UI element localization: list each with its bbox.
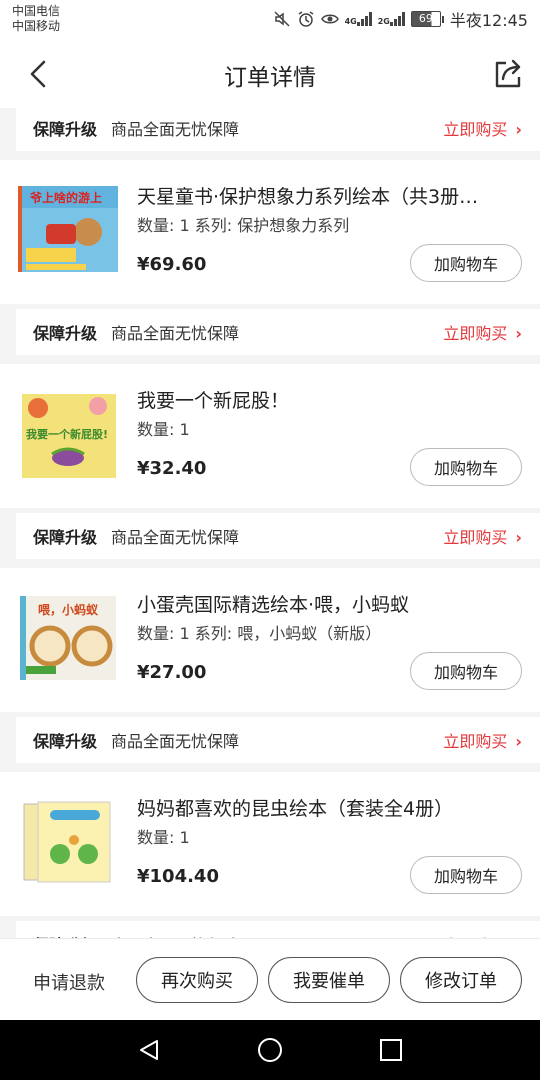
product-name: 天星童书·保护想象力系列绘本（共3册… [137,186,479,208]
book-cover-image: 我要一个新屁股! [22,388,116,478]
status-bar: 中国电信 中国移动 4G 2G 69 半夜12:45 [0,0,540,40]
signal-icon [389,12,405,26]
carrier-2: 中国移动 [12,19,61,33]
product-item[interactable]: 爷上啥的游上 天星童书·保护想象力系列绘本（共3册… 数量: 1 系列: 保护想… [0,160,540,304]
buy-insurance-link[interactable]: 立即购买 › [443,728,522,752]
alarm-icon [298,11,314,27]
carrier-info: 中国电信 中国移动 [12,4,60,34]
rebuy-button[interactable]: 再次购买 [136,957,258,1003]
clock: 半夜12:45 [449,11,528,30]
insurance-row: 保障升级 商品全面无忧保障 立即购买 › [16,108,540,151]
insurance-row: 保障升级 商品全面无忧保障 立即购买 › [16,309,540,355]
book-cover-image: 爷上啥的游上 [16,182,120,278]
product-name: 小蛋壳国际精选绘本·喂，小蚂蚁 [137,594,410,616]
network-2: 2G [378,12,405,26]
product-price: ¥104.40 [137,866,219,887]
chevron-right-icon: › [515,528,522,547]
buy-insurance-label: 立即购买 [443,120,508,139]
system-nav-bar [0,1020,540,1080]
buy-insurance-link[interactable]: 立即购买 › [443,116,522,140]
product-price: ¥69.60 [137,254,207,275]
cover-title: 我要一个新屁股! [26,427,108,441]
refund-link[interactable]: 申请退款 [33,969,105,995]
chevron-right-icon: › [515,120,522,139]
insurance-row: 保障升级 商品全面无忧保障 立即购买 › [16,513,540,559]
eye-icon [320,14,339,24]
network-1: 4G [345,12,372,26]
insurance-tag: 保障升级 [33,120,98,139]
product-image[interactable]: 喂，小蚂蚁 [16,590,120,686]
insurance-desc: 商品全面无忧保障 [111,120,240,139]
product-item[interactable]: 我要一个新屁股! 我要一个新屁股！ 数量: 1 ¥32.40 加购物车 [0,364,540,508]
insurance-row: 保障升级 商品全面无忧保障 立即购买 › [16,717,540,763]
book-cover-image: 喂，小蚂蚁 [20,596,116,680]
nav-back-icon[interactable] [137,1038,161,1062]
urge-order-button[interactable]: 我要催单 [268,957,390,1003]
divider-notch [64,297,78,304]
product-item[interactable]: 妈妈都喜欢的昆虫绘本（套装全4册） 数量: 1 ¥104.40 加购物车 [0,772,540,916]
product-meta: 数量: 1 [137,828,190,847]
insurance-desc: 商品全面无忧保障 [111,324,240,343]
mute-icon [274,11,290,27]
insurance-tag: 保障升级 [33,732,98,751]
divider-notch [64,501,78,508]
product-image[interactable]: 爷上啥的游上 [16,182,120,278]
product-item[interactable]: 喂，小蚂蚁 小蛋壳国际精选绘本·喂，小蚂蚁 数量: 1 系列: 喂，小蚂蚁（新版… [0,568,540,712]
buy-insurance-link[interactable]: 立即购买 › [443,320,522,344]
signal-icon [356,12,372,26]
product-name: 我要一个新屁股！ [137,390,290,412]
insurance-desc: 商品全面无忧保障 [111,528,240,547]
add-to-cart-button[interactable]: 加购物车 [410,652,522,690]
insurance-tag: 保障升级 [33,528,98,547]
buy-insurance-label: 立即购买 [443,528,508,547]
page-title: 订单详情 [224,65,316,91]
product-meta: 数量: 1 系列: 保护想象力系列 [137,216,350,235]
product-price: ¥27.00 [137,662,207,683]
battery-level: 69 [410,11,441,27]
share-icon [495,59,521,88]
insurance-desc: 商品全面无忧保障 [111,732,240,751]
app-header: 订单详情 [0,40,540,108]
divider-notch [64,909,78,916]
network-2-label: 2G [377,17,390,26]
book-box-image [23,801,111,883]
insurance-tag: 保障升级 [33,324,98,343]
divider-notch [64,705,78,712]
nav-recents-icon[interactable] [379,1038,403,1062]
product-image[interactable]: 我要一个新屁股! [16,386,120,482]
product-meta: 数量: 1 [137,420,190,439]
buy-insurance-label: 立即购买 [443,732,508,751]
modify-order-button[interactable]: 修改订单 [400,957,522,1003]
status-icons: 4G 2G 69 半夜12:45 [273,8,528,30]
order-items-list[interactable]: 保障升级 商品全面无忧保障 立即购买 › 爷上啥的游上 天星童书·保护想象力系列绘… [0,108,540,938]
carrier-1: 中国电信 [12,4,61,18]
product-meta: 数量: 1 系列: 喂，小蚂蚁（新版） [137,624,382,643]
add-to-cart-button[interactable]: 加购物车 [410,856,522,894]
cover-title: 喂，小蚂蚁 [38,602,99,617]
share-button[interactable] [490,56,526,92]
add-to-cart-button[interactable]: 加购物车 [410,448,522,486]
product-price: ¥32.40 [137,458,207,479]
battery-icon: 69 [410,11,444,27]
nav-home-icon[interactable] [257,1037,283,1063]
network-1-label: 4G [344,17,357,26]
chevron-right-icon: › [515,324,522,343]
insurance-row: 保障升级 商品全面无忧保障 立即购买› [16,921,540,938]
order-action-bar: 申请退款 再次购买 我要催单 修改订单 [0,938,540,1020]
add-to-cart-button[interactable]: 加购物车 [410,244,522,282]
product-name: 妈妈都喜欢的昆虫绘本（套装全4册） [137,798,454,820]
cover-title: 爷上啥的游上 [29,190,102,205]
product-image[interactable] [16,794,120,890]
buy-insurance-link[interactable]: 立即购买 › [443,524,522,548]
chevron-right-icon: › [515,732,522,751]
buy-insurance-label: 立即购买 [443,324,508,343]
